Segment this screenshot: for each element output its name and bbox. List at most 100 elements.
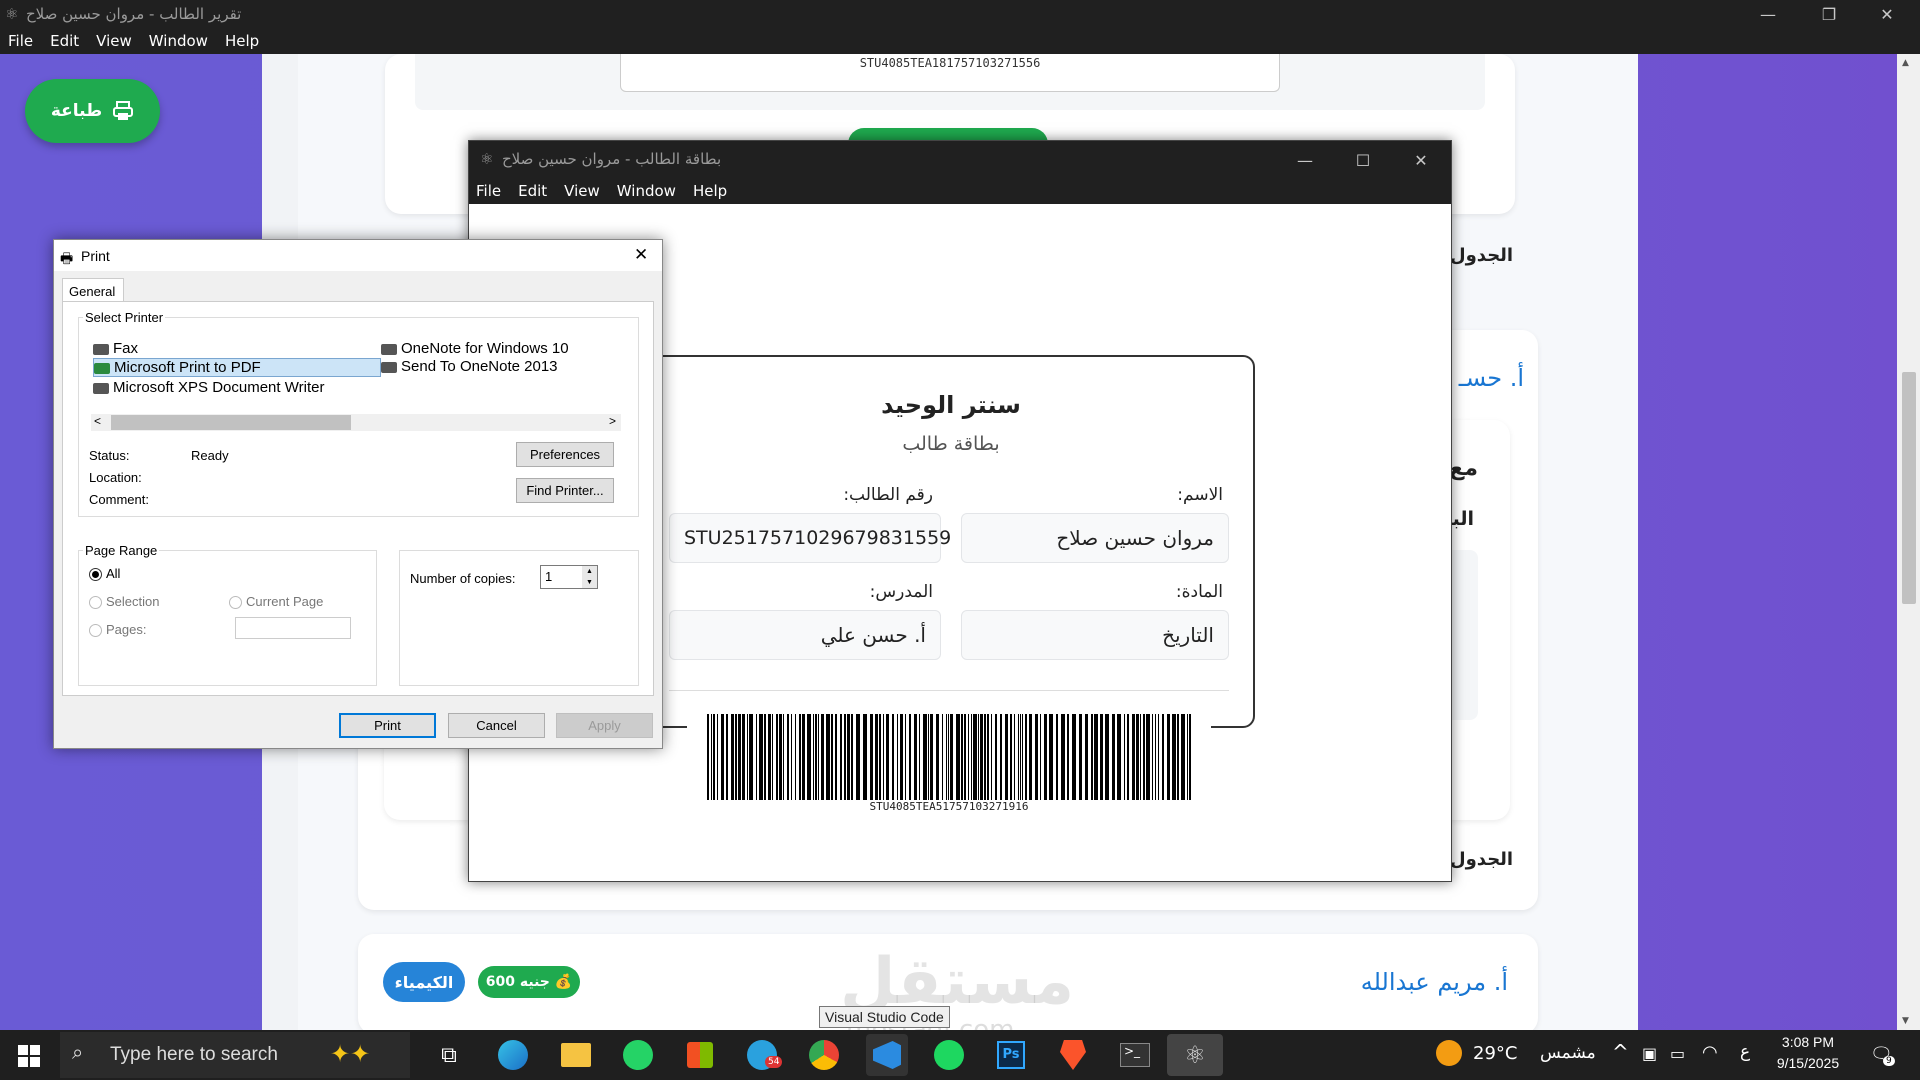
file-explorer-icon[interactable]	[555, 1034, 597, 1076]
copies-spinner[interactable]: ▲ ▼	[582, 566, 597, 588]
taskbar-search[interactable]: ⌕ Type here to search ✦✦	[60, 1032, 410, 1078]
menu-edit[interactable]: Edit	[50, 32, 79, 50]
brave-icon[interactable]	[1052, 1034, 1094, 1076]
menu-file[interactable]: File	[8, 32, 33, 50]
telegram-icon[interactable]: 54	[741, 1034, 783, 1076]
menu-file[interactable]: File	[476, 182, 501, 200]
close-button[interactable]: ✕	[1858, 0, 1916, 29]
pdf-printer-icon	[94, 362, 110, 374]
wifi-icon[interactable]: ◠	[1702, 1042, 1718, 1063]
chrome-icon[interactable]	[803, 1034, 845, 1076]
task-view-icon[interactable]: ⧉	[428, 1034, 470, 1076]
range-all-radio[interactable]: All	[89, 566, 121, 582]
maximize-button[interactable]: ❐	[1800, 0, 1858, 29]
page-range-group: Page Range All Selection Current Page Pa…	[78, 543, 377, 686]
barcode-text: STU4085TEA51757103271916	[869, 800, 1029, 813]
printer-xps[interactable]: Microsoft XPS Document Writer	[93, 379, 324, 396]
subject-field: التاريخ	[961, 610, 1229, 660]
weather-icon[interactable]	[1436, 1040, 1462, 1066]
card-title: بطاقة طالب	[902, 433, 1000, 455]
language-indicator[interactable]: ع	[1740, 1042, 1750, 1062]
vscode-icon[interactable]	[866, 1034, 908, 1076]
printer-fax[interactable]: Fax	[93, 340, 138, 357]
student-id-card: سنتر الوحيد بطاقة طالب الاسم: مروان حسين…	[647, 355, 1255, 728]
print-button[interactable]: Print	[339, 713, 436, 738]
printer-name: Send To OneNote 2013	[401, 358, 558, 375]
range-pages-radio[interactable]: Pages:	[89, 622, 147, 638]
barcode-image	[707, 714, 1191, 800]
weather-temp[interactable]: 29°C	[1473, 1043, 1517, 1064]
menu-window[interactable]: Window	[149, 32, 208, 50]
weather-text[interactable]: مشمس	[1540, 1043, 1596, 1063]
windows-start-icon[interactable]	[18, 1045, 40, 1067]
menu-window[interactable]: Window	[617, 182, 676, 200]
menu-view[interactable]: View	[96, 32, 132, 50]
printer-icon: 🖶	[60, 250, 74, 266]
find-printer-button[interactable]: Find Printer...	[516, 478, 614, 503]
scroll-right-icon[interactable]: >	[609, 414, 616, 428]
clock-time: 3:08 PM	[1781, 1034, 1835, 1050]
sparkle-icon: ✦✦	[330, 1041, 371, 1068]
card-titlebar: ⚛ بطاقة الطالب - مروان حسين صلاح — ☐ ✕	[469, 141, 1451, 179]
radio-label: Selection	[106, 594, 160, 609]
dialog-close-icon[interactable]: ✕	[634, 245, 648, 265]
clock[interactable]: 3:08 PM 9/15/2025	[1768, 1034, 1848, 1071]
scroll-thumb[interactable]	[111, 415, 351, 430]
student-id-label: رقم الطالب:	[843, 485, 933, 505]
spotify-icon[interactable]	[928, 1034, 970, 1076]
printer-pdf[interactable]: Microsoft Print to PDF	[93, 358, 381, 377]
select-printer-group: Select Printer Fax Microsoft Print to PD…	[78, 310, 639, 517]
search-icon: ⌕	[72, 1042, 84, 1064]
notification-badge: 9	[1883, 1056, 1895, 1066]
electron-app-icon[interactable]: ⚛	[1167, 1034, 1223, 1076]
tab-general[interactable]: General	[62, 278, 124, 302]
apply-button[interactable]: Apply	[556, 713, 653, 738]
telegram-badge: 54	[765, 1056, 783, 1068]
pages-input[interactable]	[235, 617, 351, 639]
minimize-button[interactable]: —	[1739, 0, 1797, 29]
terminal-icon[interactable]: >_	[1114, 1034, 1156, 1076]
range-current-radio[interactable]: Current Page	[229, 594, 323, 610]
printer-list-scrollbar[interactable]: < >	[91, 414, 621, 431]
notifications-icon[interactable]: 🗨 9	[1870, 1044, 1895, 1066]
chevron-up-icon[interactable]: ^	[1612, 1040, 1629, 1064]
print-report-button[interactable]: طباعة	[25, 79, 160, 143]
subject-badge: الكيمياء	[383, 962, 465, 1002]
top-barcode-text: STU4085TEA181757103271556	[620, 54, 1280, 92]
scroll-thumb[interactable]	[1902, 372, 1916, 604]
battery-icon[interactable]: ▭	[1670, 1044, 1685, 1063]
printer-onenote-10[interactable]: OneNote for Windows 10	[381, 340, 569, 357]
card-maximize-button[interactable]: ☐	[1334, 141, 1392, 179]
preferences-button[interactable]: Preferences	[516, 442, 614, 467]
printer-name: Fax	[113, 340, 139, 357]
scroll-left-icon[interactable]: <	[94, 414, 101, 428]
store-icon[interactable]	[679, 1034, 721, 1076]
menu-help[interactable]: Help	[225, 32, 259, 50]
barcode-area: STU4085TEA51757103271916	[687, 704, 1211, 816]
name-field: مروان حسين صلاح	[961, 513, 1229, 563]
edge-icon[interactable]	[492, 1034, 534, 1076]
range-selection-radio[interactable]: Selection	[89, 594, 160, 610]
card-minimize-button[interactable]: —	[1276, 141, 1334, 179]
menu-help[interactable]: Help	[693, 182, 727, 200]
cancel-button[interactable]: Cancel	[448, 713, 545, 738]
copies-value: 1	[545, 569, 553, 584]
print-dialog: 🖶 Print ✕ General Select Printer Fax Mic…	[53, 239, 663, 749]
print-dialog-titlebar: 🖶 Print ✕	[54, 240, 662, 271]
app-icon: ⚛	[5, 5, 19, 23]
whatsapp-icon[interactable]	[617, 1034, 659, 1076]
search-placeholder: Type here to search	[110, 1044, 278, 1065]
device-icon[interactable]: ▣	[1642, 1044, 1657, 1063]
menu-view[interactable]: View	[564, 182, 600, 200]
menu-edit[interactable]: Edit	[518, 182, 547, 200]
printer-name: Microsoft Print to PDF	[114, 359, 261, 376]
student-id-field: STU2517571029679831559	[669, 513, 951, 563]
photoshop-icon[interactable]: Ps	[990, 1034, 1032, 1076]
card-close-button[interactable]: ✕	[1392, 141, 1450, 179]
money-bag-icon: 💰	[554, 974, 573, 990]
radio-label: All	[106, 566, 121, 581]
printer-onenote-2013[interactable]: Send To OneNote 2013	[381, 358, 558, 375]
center-name: سنتر الوحيد	[881, 391, 1021, 419]
radio-label: Pages:	[106, 622, 147, 637]
main-menubar: File Edit View Window Help	[0, 29, 1920, 54]
